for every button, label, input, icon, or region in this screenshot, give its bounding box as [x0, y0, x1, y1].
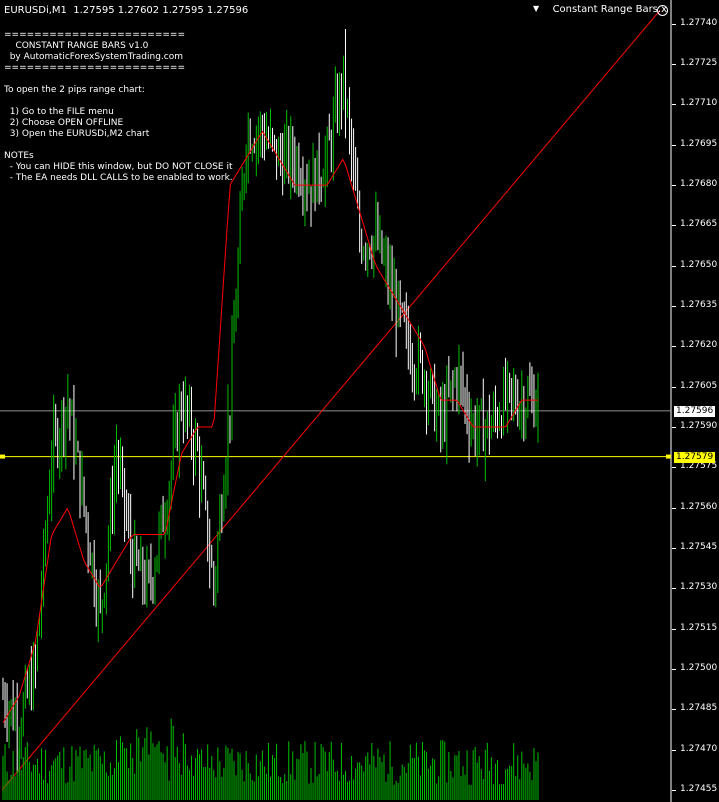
- info-line: - You can HIDE this window, but DO NOT C…: [4, 162, 233, 172]
- price-tick-label: 1.27485: [680, 703, 718, 714]
- price-tick-mark: [672, 64, 676, 66]
- chart-header: EURUSDi,M1 1.27595 1.27602 1.27595 1.275…: [4, 5, 248, 16]
- info-line: ========================: [4, 63, 185, 73]
- info-line: 2) Choose OPEN OFFLINE: [4, 118, 124, 128]
- info-line: CONSTANT RANGE BARS v1.0: [4, 41, 149, 51]
- price-tick-mark: [672, 789, 676, 791]
- price-tick-mark: [672, 225, 676, 227]
- info-line: - The EA needs DLL CALLS to be enabled t…: [4, 173, 233, 183]
- horizontal-line-label: 1.27579: [674, 451, 716, 463]
- info-line: by AutomaticForexSystemTrading.com: [4, 52, 184, 62]
- price-tick-label: 1.27665: [680, 219, 718, 230]
- price-tick-mark: [672, 427, 676, 428]
- expert-advisor-label[interactable]: Constant Range Bars.x: [553, 4, 667, 15]
- price-tick-mark: [672, 185, 676, 187]
- price-tick-label: 1.27695: [680, 138, 718, 149]
- price-tick-mark: [672, 386, 676, 388]
- price-tick-mark: [672, 507, 676, 509]
- price-tick-label: 1.27470: [680, 743, 718, 754]
- price-tick-mark: [672, 346, 676, 348]
- ea-info-panel: ======================== CONSTANT RANGE …: [4, 30, 233, 184]
- info-line: [4, 140, 233, 151]
- price-tick-label: 1.27635: [680, 300, 718, 311]
- info-line: To open the 2 pips range chart:: [4, 85, 145, 95]
- hline-anchor-right: [666, 454, 671, 459]
- expand-arrow-icon[interactable]: ▼: [533, 4, 539, 13]
- price-tick-label: 1.27740: [680, 17, 718, 28]
- price-tick-mark: [672, 588, 676, 590]
- price-tick-mark: [672, 628, 676, 630]
- price-tick-mark: [672, 467, 676, 469]
- price-tick-label: 1.27725: [680, 58, 718, 69]
- info-line: 1) Go to the FILE menu: [4, 107, 114, 117]
- price-tick-mark: [672, 547, 676, 549]
- current-price-label: 1.27596: [674, 405, 716, 417]
- price-tick-label: 1.27575: [680, 461, 718, 472]
- info-line: ========================: [4, 30, 185, 40]
- price-tick-mark: [672, 709, 676, 711]
- hline-anchor-left: [0, 454, 5, 459]
- price-tick-mark: [672, 104, 676, 106]
- price-tick-label: 1.27620: [680, 340, 718, 351]
- info-line: 3) Open the EURUSDi,M2 chart: [4, 129, 150, 139]
- moving-average-line: [2, 130, 538, 723]
- price-tick-label: 1.27650: [680, 259, 718, 270]
- price-tick-mark: [672, 265, 676, 267]
- price-tick-label: 1.27455: [680, 783, 718, 794]
- info-line: NOTEs: [4, 151, 34, 161]
- price-tick-label: 1.27590: [680, 421, 718, 431]
- price-tick-label: 1.27680: [680, 179, 718, 190]
- smiley-icon: [657, 5, 668, 16]
- price-tick-label: 1.27515: [680, 622, 718, 633]
- price-tick-mark: [672, 668, 676, 670]
- price-scale[interactable]: 1.27740 1.27725 1.27710 1.27695 1.27680 1.276…: [672, 0, 719, 802]
- price-tick-label: 1.27560: [680, 501, 718, 512]
- price-tick-mark: [672, 749, 676, 751]
- price-tick-label: 1.27500: [680, 662, 718, 673]
- info-line: [4, 74, 233, 85]
- price-tick-mark: [672, 306, 676, 308]
- price-tick-mark: [672, 23, 676, 25]
- chart-window[interactable]: EURUSDi,M1 1.27595 1.27602 1.27595 1.275…: [0, 0, 719, 802]
- ohlc-values: 1.27595 1.27602 1.27595 1.27596: [73, 5, 249, 16]
- price-tick-mark: [672, 144, 676, 146]
- price-tick-label: 1.27605: [680, 380, 718, 391]
- price-tick-label: 1.27545: [680, 541, 718, 552]
- price-tick-label: 1.27710: [680, 98, 718, 109]
- price-tick-label: 1.27530: [680, 582, 718, 593]
- info-line: [4, 96, 233, 107]
- symbol-timeframe: EURUSDi,M1: [4, 5, 67, 16]
